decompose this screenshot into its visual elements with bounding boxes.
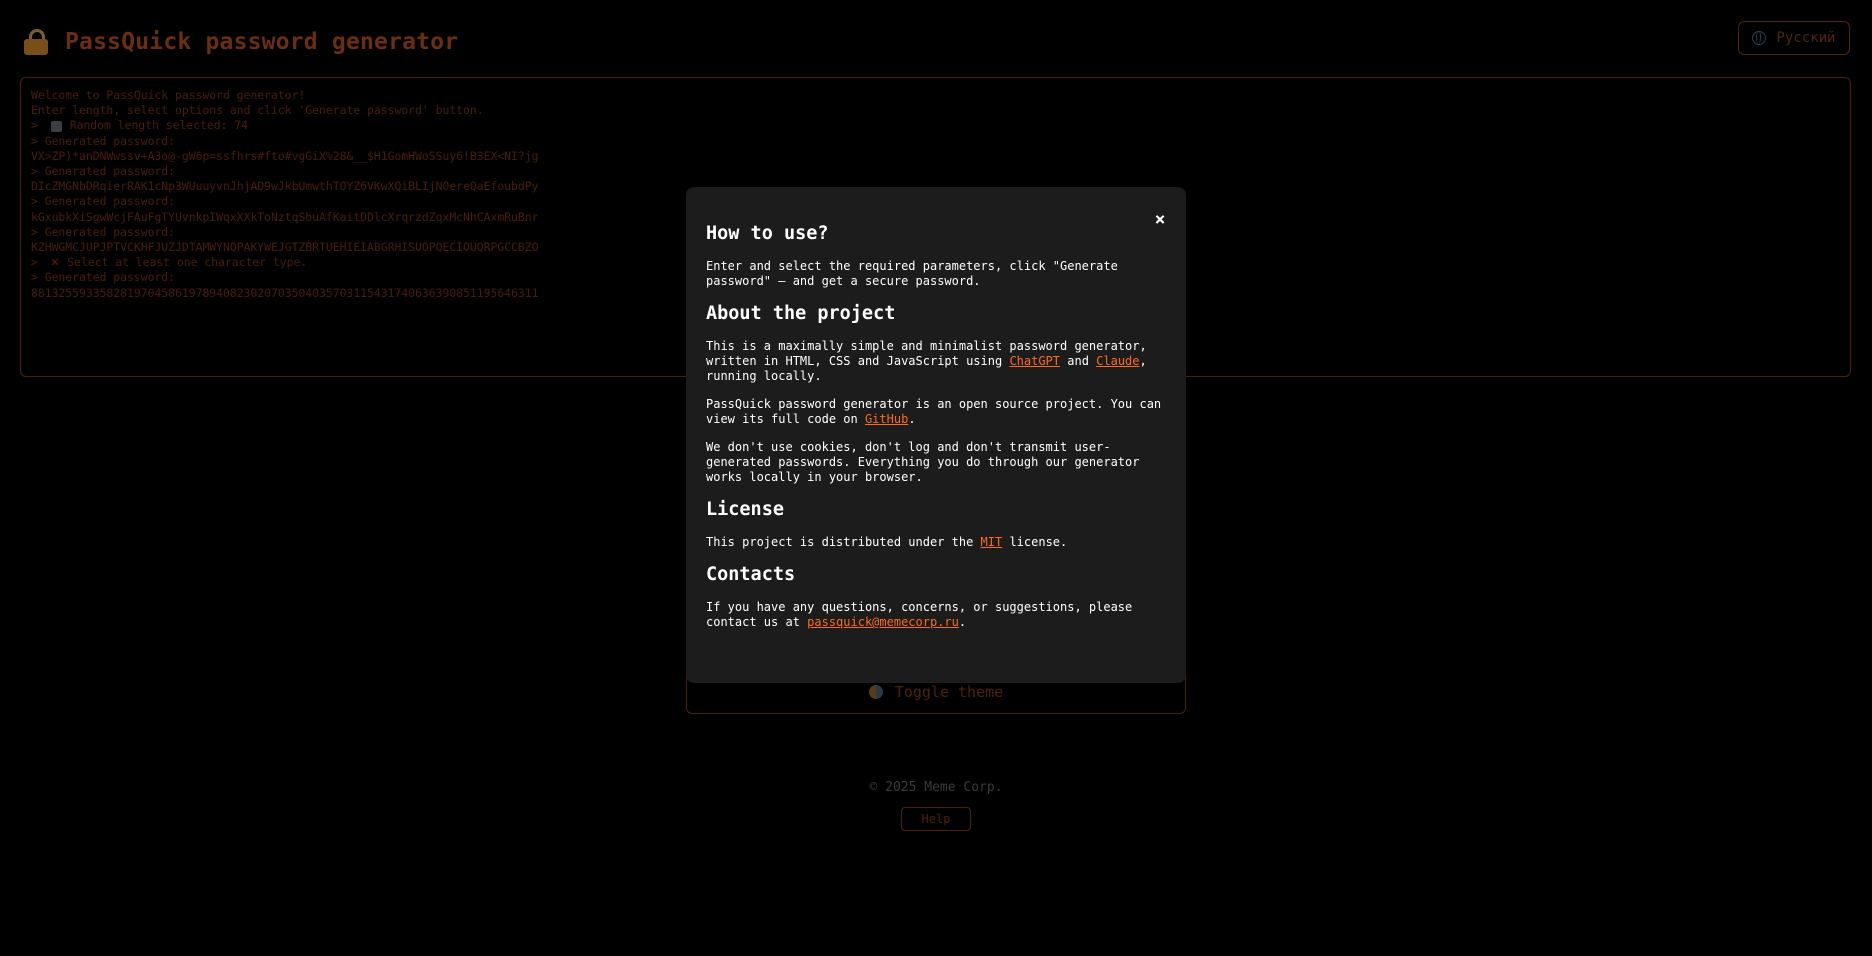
generated-password: VX>ZP)*anDNWwssv+A3o@-gW6p=ssfhrs#fto#vg… [31, 148, 539, 163]
mit-link[interactable]: MIT [981, 535, 1003, 549]
text-segment: . [958, 615, 967, 629]
footer-copyright: © 2025 Meme Corp. [869, 780, 1003, 795]
close-icon[interactable]: × [1150, 210, 1170, 230]
toggle-theme-button[interactable]: Toggle theme [687, 683, 1185, 701]
globe-icon [1752, 31, 1767, 45]
modal-heading-how-to-use: How to use? [706, 223, 829, 244]
claude-link[interactable]: Claude [1096, 354, 1139, 368]
header: PassQuick password generator [23, 22, 458, 62]
text-segment: and [1060, 354, 1097, 368]
lock-icon [23, 29, 49, 55]
language-button-label: Русский [1776, 30, 1836, 46]
terminal-line: > Generated password: [31, 133, 176, 148]
modal-text-contacts: If you have any questions, concerns, or … [706, 600, 1166, 630]
text-segment: PassQuick password generator is an open … [706, 397, 1162, 426]
email-link[interactable]: passquick@memecorp.ru [807, 615, 959, 629]
half-moon-icon [868, 685, 883, 699]
modal-text-about-2: PassQuick password generator is an open … [706, 397, 1166, 427]
text-segment: license. [1002, 535, 1068, 549]
help-modal: How to use? Enter and select the require… [686, 187, 1186, 683]
modal-text-how-to-use: Enter and select the required parameters… [706, 259, 1118, 288]
modal-heading-contacts: Contacts [706, 564, 796, 585]
page: PassQuick password generator Русский Wel… [0, 0, 1872, 956]
cross-icon: ✕ [50, 254, 60, 271]
toggle-theme-label: Toggle theme [894, 683, 1004, 701]
cube-icon [50, 120, 62, 132]
terminal-message: Random length selected: 74 [69, 118, 249, 133]
help-button[interactable]: Help [901, 807, 971, 831]
text-segment: This project is distributed under the [706, 535, 981, 549]
language-button[interactable]: Русский [1738, 21, 1850, 55]
modal-text-license: This project is distributed under the MI… [706, 535, 1166, 550]
chatgpt-link[interactable]: ChatGPT [1009, 354, 1060, 368]
modal-heading-about: About the project [706, 303, 896, 324]
terminal-line: > Generated password: [31, 164, 176, 179]
terminal-line: Welcome to PassQuick password generator! [31, 88, 306, 102]
terminal-error-message: Select at least one character type. [67, 255, 308, 270]
modal-text-about-1: This is a maximally simple and minimalis… [706, 339, 1166, 384]
terminal-prompt: > [31, 255, 45, 270]
terminal-line: Enter length, select options and click '… [31, 103, 484, 118]
modal-text-about-3: We don't use cookies, don't log and don'… [706, 440, 1140, 484]
terminal-line: > Random length selected: 74 [31, 118, 1840, 133]
text-segment: . [908, 412, 916, 426]
terminal-prompt: > [31, 118, 45, 133]
github-link[interactable]: GitHub [865, 412, 908, 426]
modal-heading-license: License [706, 499, 784, 520]
page-title: PassQuick password generator [65, 29, 459, 55]
